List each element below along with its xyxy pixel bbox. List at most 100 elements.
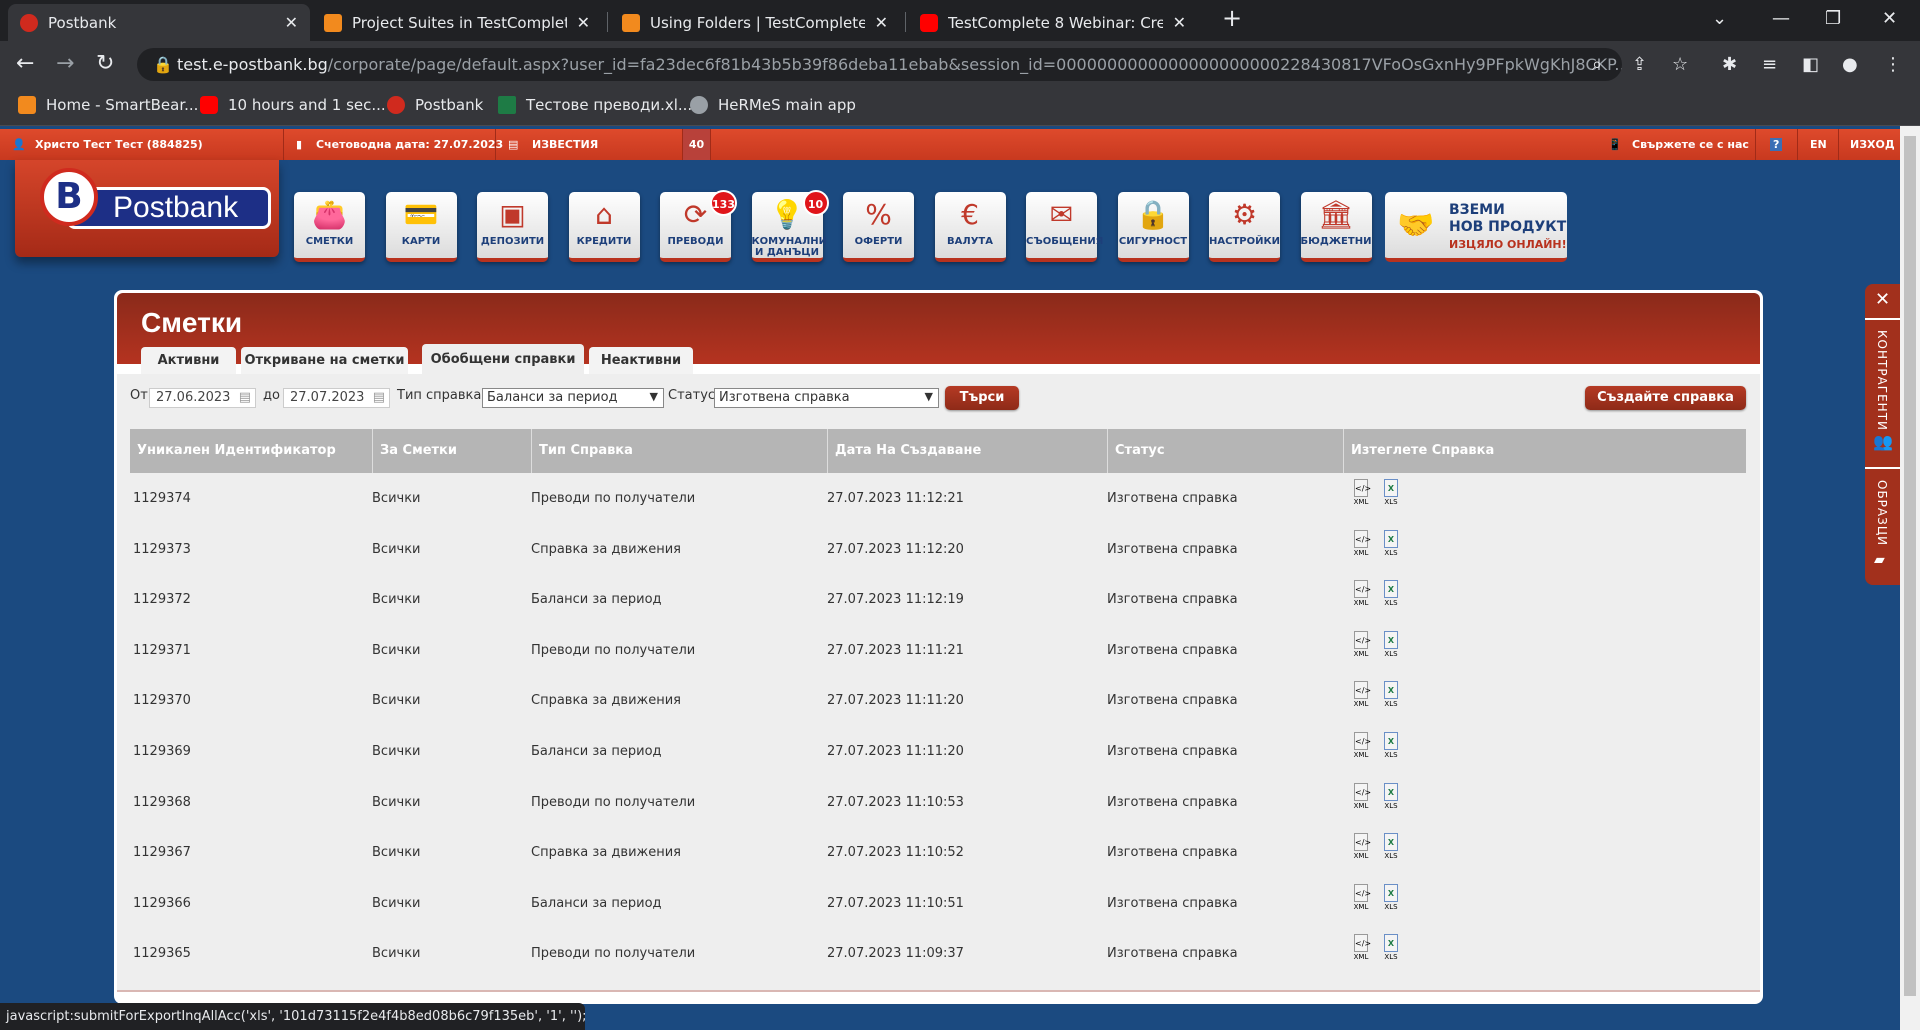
browser-tab[interactable]: Postbank ✕	[8, 4, 310, 41]
window-close-icon[interactable]: ✕	[1882, 8, 1897, 29]
table-cell: Всички	[372, 946, 421, 962]
column-header: Статус	[1107, 429, 1343, 473]
close-icon[interactable]: ✕	[1173, 13, 1186, 32]
bookmark[interactable]: Postbank	[387, 96, 483, 114]
templates-icon: ▰	[1874, 552, 1885, 568]
menu-icon[interactable]: ⋮	[1884, 54, 1902, 75]
table-row: 1129368 Всички Преводи по получатели 27.07.…	[130, 777, 1746, 827]
share-icon[interactable]: ⇪	[1632, 54, 1647, 75]
download-xml-button[interactable]: </> XML	[1352, 934, 1371, 961]
star-icon[interactable]: ☆	[1672, 54, 1688, 75]
bookmark[interactable]: HeRMeS main app	[690, 96, 856, 114]
from-date-input[interactable]: 27.06.2023 ▤	[149, 388, 256, 408]
reload-icon[interactable]: ↻	[96, 51, 114, 76]
download-xml-button[interactable]: </> XML	[1352, 630, 1371, 658]
menu-item-12[interactable]: 🏛 БЮДЖЕТНИ	[1300, 192, 1372, 262]
bookmark-label: Тестове преводи.xl...	[526, 96, 693, 114]
calendar-icon[interactable]: ▤	[239, 390, 251, 405]
tab-summary-reports[interactable]: Обобщени справки	[422, 344, 584, 374]
sidepanel-icon[interactable]: ◧	[1802, 54, 1819, 75]
browser-tab[interactable]: Using Folders | TestComplete Do ✕	[610, 4, 900, 41]
table-cell: Преводи по получатели	[531, 642, 696, 658]
media-icon[interactable]: ≡	[1762, 54, 1777, 75]
xml-file-icon: </>	[1354, 732, 1371, 750]
minimize-icon[interactable]: —	[1772, 8, 1790, 29]
menu-item-10[interactable]: 🔒 СИГУРНОСТ	[1117, 192, 1189, 262]
menu-item-9[interactable]: ✉ СЪОБЩЕНИЯ	[1026, 192, 1103, 262]
menu-item-2[interactable]: 💳 КАРТИ	[385, 192, 457, 262]
download-xls-button[interactable]: X XLS	[1382, 833, 1400, 860]
download-xml-button[interactable]: </> XML	[1352, 529, 1371, 557]
close-icon[interactable]: ✕	[285, 13, 298, 32]
download-xls-button[interactable]: X XLS	[1382, 529, 1400, 557]
menu-item-5[interactable]: ⟳ ПРЕВОДИ 133	[660, 190, 737, 262]
logout-link[interactable]: ИЗХОД	[1850, 138, 1895, 151]
back-icon[interactable]: ←	[16, 51, 34, 76]
status-select[interactable]: Изготвена справка ▼	[714, 388, 939, 408]
calendar-icon: ▮	[296, 138, 303, 151]
close-icon[interactable]: ✕	[577, 13, 590, 32]
forward-icon[interactable]: →	[56, 51, 74, 76]
news-link[interactable]: ИЗВЕСТИЯ	[532, 138, 598, 151]
column-header: Тип Справка	[531, 429, 827, 473]
download-xml-button[interactable]: </> XML	[1352, 782, 1371, 810]
contact-link[interactable]: Свържете се с нас	[1632, 138, 1749, 151]
profile-icon[interactable]: ●	[1842, 54, 1858, 75]
search-button[interactable]: Търси	[945, 386, 1019, 410]
download-xml-button[interactable]: </> XML	[1352, 833, 1371, 860]
postbank-logo[interactable]: Postbank B	[15, 160, 279, 257]
browser-tab[interactable]: TestComplete 8 Webinar: Creatin ✕	[908, 4, 1198, 41]
download-xml-button[interactable]: </> XML	[1352, 681, 1371, 708]
bookmark[interactable]: 10 hours and 1 sec...	[200, 96, 386, 114]
bookmark[interactable]: Тестове преводи.xl...	[498, 96, 692, 114]
download-xls-button[interactable]: X XLS	[1382, 630, 1400, 658]
table-cell: Баланси за период	[531, 744, 662, 759]
tab-open-accounts[interactable]: Откриване на сметки	[241, 347, 408, 374]
zoom-icon[interactable]: ⌕	[1592, 54, 1602, 75]
tab-inactive[interactable]: Неактивни	[589, 347, 693, 374]
table-cell: 27.07.2023 11:11:20	[827, 693, 964, 709]
calendar-icon[interactable]: ▤	[373, 390, 385, 405]
download-xml-button[interactable]: </> XML	[1352, 883, 1371, 911]
download-xls-button[interactable]: X XLS	[1382, 479, 1400, 506]
menu-item-1[interactable]: 👛 СМЕТКИ	[294, 192, 365, 262]
download-xml-button[interactable]: </> XML	[1352, 732, 1371, 759]
language-link[interactable]: EN	[1810, 138, 1827, 151]
close-icon[interactable]: ✕	[875, 13, 888, 32]
create-report-button[interactable]: Създайте справка	[1585, 386, 1746, 410]
tools-icon[interactable]: ✕	[1875, 289, 1890, 310]
xml-file-icon: </>	[1354, 782, 1371, 801]
menu-item-11[interactable]: ⚙ НАСТРОЙКИ	[1209, 192, 1280, 262]
chevron-down-icon[interactable]: ⌄	[1712, 8, 1727, 29]
extensions-icon[interactable]: ✱	[1722, 54, 1737, 75]
restore-icon[interactable]: ❐	[1825, 8, 1841, 29]
contragents-tab[interactable]: КОНТРАГЕНТИ	[1875, 330, 1889, 431]
download-xls-button[interactable]: X XLS	[1382, 732, 1400, 759]
to-date-input[interactable]: 27.07.2023 ▤	[283, 388, 390, 408]
new-product-button[interactable]: 🤝 ВЗЕМИ НОВ ПРОДУКТ ИЗЦЯЛО ОНЛАЙН!	[1385, 192, 1567, 262]
menu-item-3[interactable]: ▣ ДЕПОЗИТИ	[477, 192, 548, 262]
menu-item-7[interactable]: % ОФЕРТИ	[843, 192, 914, 262]
address-bar[interactable]: 🔒 test.e-postbank.bg/corporate/page/defau…	[137, 48, 1622, 81]
download-xls-button[interactable]: X XLS	[1382, 681, 1400, 708]
new-tab-icon[interactable]: +	[1222, 4, 1242, 32]
download-xls-button[interactable]: X XLS	[1382, 934, 1400, 961]
page-scrollbar[interactable]	[1900, 126, 1920, 1030]
report-type-select[interactable]: Баланси за период ▼	[482, 388, 664, 408]
download-xml-button[interactable]: </> XML	[1352, 479, 1371, 506]
browser-tab[interactable]: Project Suites in TestComplete | T ✕	[312, 4, 602, 41]
divider	[905, 12, 906, 32]
help-icon[interactable]: ?	[1770, 138, 1783, 151]
menu-item-8[interactable]: € ВАЛУТА	[934, 192, 1006, 262]
menu-item-6[interactable]: 💡 КОМУНАЛНИ И ДАНЪЦИ 10	[751, 190, 829, 262]
download-xls-button[interactable]: X XLS	[1382, 883, 1400, 911]
download-xml-button[interactable]: </> XML	[1352, 580, 1371, 607]
euro-icon: €	[961, 198, 979, 231]
tab-active-accounts[interactable]: Активни	[141, 347, 236, 374]
bookmark[interactable]: Home - SmartBear...	[18, 96, 198, 114]
download-xls-button[interactable]: X XLS	[1382, 580, 1400, 607]
templates-tab[interactable]: ОБРАЗЦИ	[1875, 480, 1889, 546]
status-bar-url: javascript:submitForExportInqAllAcc('xls…	[0, 1003, 587, 1030]
menu-item-4[interactable]: ⌂ КРЕДИТИ	[568, 192, 640, 262]
download-xls-button[interactable]: X XLS	[1382, 782, 1400, 810]
